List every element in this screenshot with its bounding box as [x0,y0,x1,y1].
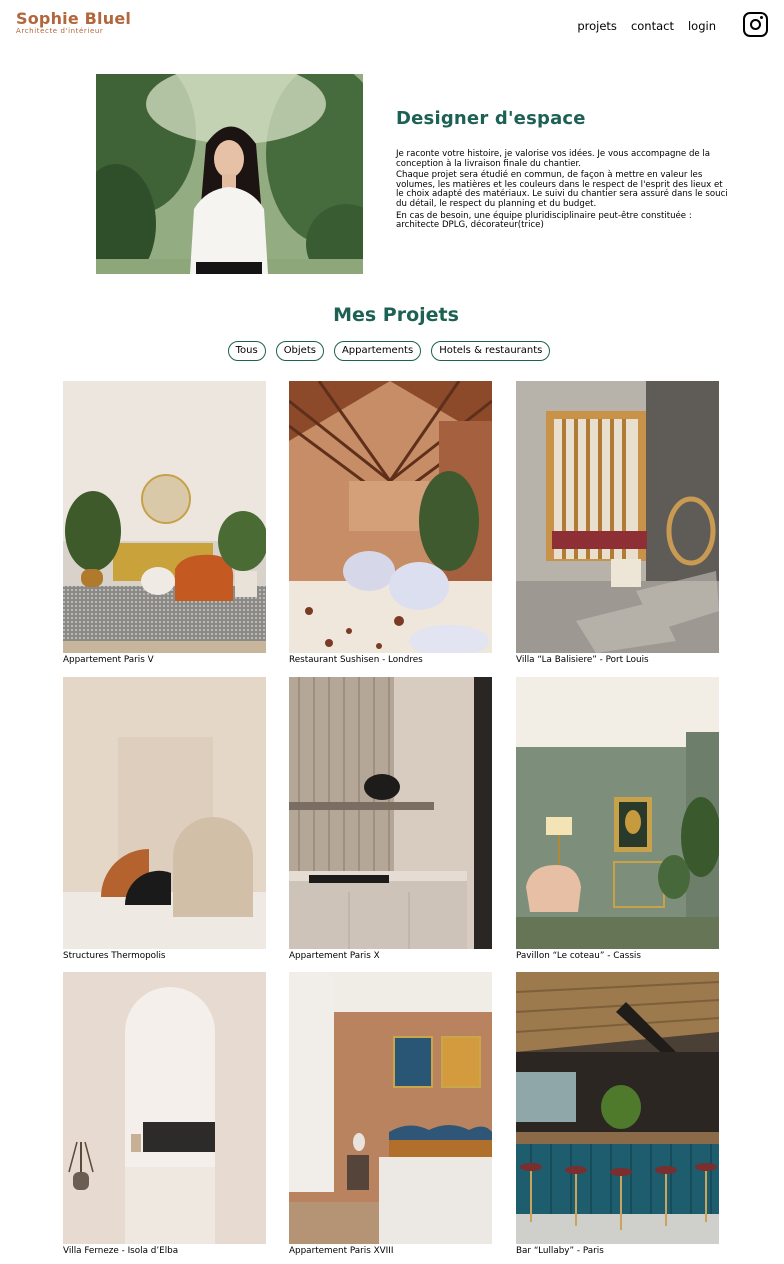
main-nav: projets contact login [577,19,716,33]
project-image [289,677,492,949]
project-image [516,972,719,1244]
project-image [63,972,266,1244]
project-caption: Villa “La Balisiere” - Port Louis [516,655,649,665]
project-image [63,381,266,653]
filter-tous-button[interactable]: Tous [227,341,266,361]
portrait-photo [96,74,363,274]
intro-paragraph: Je raconte votre histoire, je valorise v… [396,149,711,169]
project-card[interactable]: Villa Ferneze - Isola d’Elba [63,972,266,1257]
project-card[interactable]: Pavillon “Le coteau” - Cassis [516,677,719,962]
nav-projets-link[interactable]: projets [577,19,617,33]
project-card[interactable]: Appartement Paris V [63,381,266,666]
intro-description: Je raconte votre histoire, je valorise v… [396,149,728,233]
project-caption: Appartement Paris X [289,951,380,961]
project-caption: Pavillon “Le coteau” - Cassis [516,951,641,961]
project-caption: Structures Thermopolis [63,951,166,961]
project-image [289,972,492,1244]
filter-bar: Tous Objets Appartements Hotels & restau… [0,341,781,361]
project-caption: Appartement Paris XVIII [289,1246,394,1256]
project-image [516,381,719,653]
filter-objets-button[interactable]: Objets [275,341,324,361]
project-card[interactable]: Structures Thermopolis [63,677,266,962]
filter-hotels-restaurants-button[interactable]: Hotels & restaurants [431,341,551,361]
intro-paragraph: En cas de besoin, une équipe pluridiscip… [396,210,692,231]
project-card[interactable]: Villa “La Balisiere” - Port Louis [516,381,719,666]
nav-contact-link[interactable]: contact [631,19,674,33]
project-image [516,677,719,949]
brand-subtitle: Architecte d'intérieur [16,27,104,35]
intro-paragraph: Chaque projet sera étudié en commun, de … [396,170,728,209]
project-card[interactable]: Bar “Lullaby” - Paris [516,972,719,1257]
instagram-icon[interactable] [743,12,768,37]
project-image [289,381,492,653]
project-card[interactable]: Restaurant Sushisen - Londres [289,381,492,666]
site-header: Sophie Bluel Architecte d'intérieur proj… [0,0,784,52]
project-card[interactable]: Appartement Paris XVIII [289,972,492,1257]
project-caption: Restaurant Sushisen - Londres [289,655,423,665]
brand-name: Sophie Bluel [16,9,132,28]
brand-logo[interactable]: Sophie Bluel Architecte d'intérieur [16,10,131,36]
nav-login-link[interactable]: login [688,19,716,33]
projects-title: Mes Projets [333,304,459,326]
filter-appartements-button[interactable]: Appartements [333,341,422,361]
project-caption: Bar “Lullaby” - Paris [516,1246,604,1256]
intro-title: Designer d'espace [396,108,586,129]
project-card[interactable]: Appartement Paris X [289,677,492,962]
project-caption: Villa Ferneze - Isola d’Elba [63,1246,179,1256]
project-image [63,677,266,949]
project-caption: Appartement Paris V [63,655,154,665]
